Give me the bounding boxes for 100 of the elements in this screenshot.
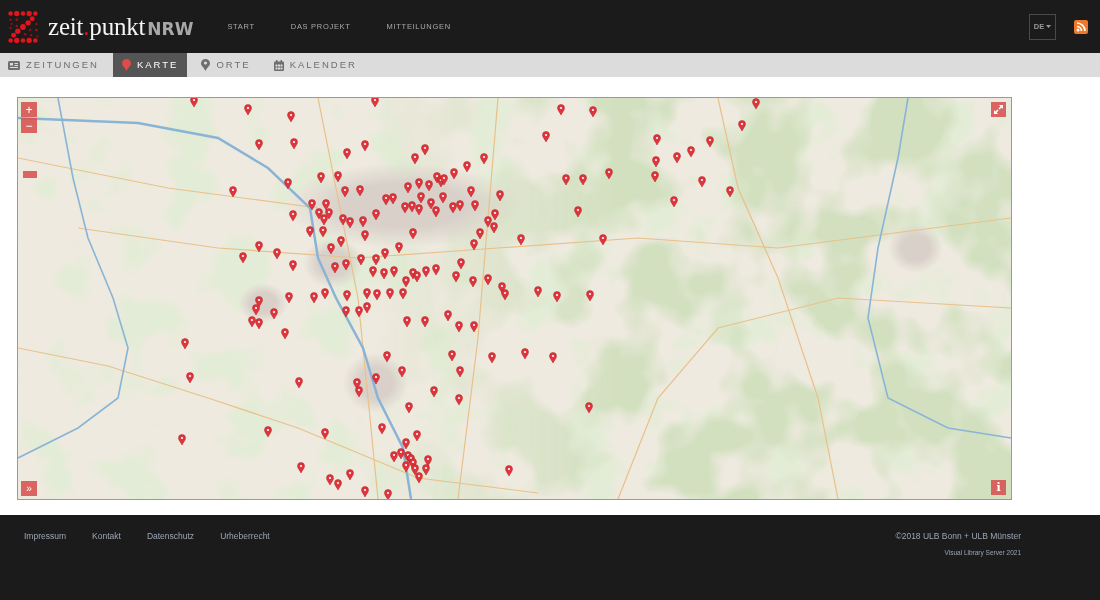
map-marker-icon[interactable] xyxy=(395,242,403,254)
logo-text[interactable]: zeit.punktNRW xyxy=(48,14,194,39)
map-marker-icon[interactable] xyxy=(589,106,597,118)
map-marker-icon[interactable] xyxy=(469,276,477,288)
map-marker-icon[interactable] xyxy=(490,222,498,234)
map-marker-icon[interactable] xyxy=(284,178,292,190)
map-marker-icon[interactable] xyxy=(270,308,278,320)
map-marker-icon[interactable] xyxy=(422,266,430,278)
tab[interactable]: KARTE xyxy=(112,53,188,77)
map-marker-icon[interactable] xyxy=(440,174,448,186)
map-marker-icon[interactable] xyxy=(413,271,421,283)
map-marker-icon[interactable] xyxy=(402,276,410,288)
map-marker-icon[interactable] xyxy=(752,98,760,110)
map-marker-icon[interactable] xyxy=(455,321,463,333)
map-marker-icon[interactable] xyxy=(389,193,397,205)
map-marker-icon[interactable] xyxy=(432,206,440,218)
map-marker-icon[interactable] xyxy=(444,310,452,322)
map-drawing[interactable] xyxy=(18,98,1011,499)
footer-link[interactable]: Kontakt xyxy=(92,530,121,543)
map-marker-icon[interactable] xyxy=(670,196,678,208)
map-marker-icon[interactable] xyxy=(322,199,330,211)
map-marker-icon[interactable] xyxy=(369,266,377,278)
map-marker-icon[interactable] xyxy=(372,209,380,221)
map-marker-icon[interactable] xyxy=(452,271,460,283)
map-marker-icon[interactable] xyxy=(579,174,587,186)
map-marker-icon[interactable] xyxy=(476,228,484,240)
map-marker-icon[interactable] xyxy=(448,350,456,362)
map-marker-icon[interactable] xyxy=(331,262,339,274)
tab[interactable]: ZEITUNGEN xyxy=(0,53,108,77)
map-marker-icon[interactable] xyxy=(463,161,471,173)
map-marker-icon[interactable] xyxy=(599,234,607,246)
map-marker-icon[interactable] xyxy=(450,168,458,180)
map-marker-icon[interactable] xyxy=(327,243,335,255)
sidebar-toggle-button[interactable]: » xyxy=(21,481,37,496)
map-marker-icon[interactable] xyxy=(687,146,695,158)
map-marker-icon[interactable] xyxy=(315,208,323,220)
map-marker-icon[interactable] xyxy=(357,254,365,266)
map-marker-icon[interactable] xyxy=(255,139,263,151)
map-marker-icon[interactable] xyxy=(343,148,351,160)
map-marker-icon[interactable] xyxy=(346,469,354,481)
map-marker-icon[interactable] xyxy=(706,136,714,148)
map-marker-icon[interactable] xyxy=(337,236,345,248)
map-marker-icon[interactable] xyxy=(398,366,406,378)
map-marker-icon[interactable] xyxy=(321,428,329,440)
map-marker-icon[interactable] xyxy=(317,172,325,184)
map-marker-icon[interactable] xyxy=(501,289,509,301)
map-marker-icon[interactable] xyxy=(399,288,407,300)
map-marker-icon[interactable] xyxy=(422,464,430,476)
map-marker-icon[interactable] xyxy=(359,216,367,228)
map-marker-icon[interactable] xyxy=(326,474,334,486)
map-marker-icon[interactable] xyxy=(415,472,423,484)
map-marker-icon[interactable] xyxy=(402,461,410,473)
map-marker-icon[interactable] xyxy=(361,486,369,498)
rss-icon[interactable] xyxy=(1074,19,1088,34)
map-marker-icon[interactable] xyxy=(557,104,565,116)
map-marker-icon[interactable] xyxy=(295,377,303,389)
map-marker-icon[interactable] xyxy=(421,316,429,328)
map-marker-icon[interactable] xyxy=(496,190,504,202)
map-marker-icon[interactable] xyxy=(484,274,492,286)
map-marker-icon[interactable] xyxy=(372,254,380,266)
map-marker-icon[interactable] xyxy=(343,290,351,302)
map-marker-icon[interactable] xyxy=(325,208,333,220)
map-marker-icon[interactable] xyxy=(178,434,186,446)
map-marker-icon[interactable] xyxy=(308,199,316,211)
map-marker-icon[interactable] xyxy=(372,373,380,385)
map-marker-icon[interactable] xyxy=(574,206,582,218)
map-marker-icon[interactable] xyxy=(726,186,734,198)
map-marker-icon[interactable] xyxy=(457,258,465,270)
map-marker-icon[interactable] xyxy=(334,171,342,183)
map-marker-icon[interactable] xyxy=(353,378,361,390)
tab[interactable]: ORTE xyxy=(192,53,260,77)
map-marker-icon[interactable] xyxy=(334,479,342,491)
map-marker-icon[interactable] xyxy=(380,268,388,280)
map-marker-icon[interactable] xyxy=(363,302,371,314)
map-marker-icon[interactable] xyxy=(415,204,423,216)
map-marker-icon[interactable] xyxy=(297,462,305,474)
map-marker-icon[interactable] xyxy=(456,366,464,378)
map-marker-icon[interactable] xyxy=(480,153,488,165)
map-marker-icon[interactable] xyxy=(239,252,247,264)
info-button[interactable]: i xyxy=(991,480,1006,495)
footer-link[interactable]: Impressum xyxy=(24,530,67,543)
map-marker-icon[interactable] xyxy=(255,318,263,330)
map-marker-icon[interactable] xyxy=(521,348,529,360)
map-marker-icon[interactable] xyxy=(427,198,435,210)
map-marker-icon[interactable] xyxy=(409,228,417,240)
map-marker-icon[interactable] xyxy=(363,288,371,300)
map-marker-icon[interactable] xyxy=(390,266,398,278)
map-marker-icon[interactable] xyxy=(255,296,263,308)
map-marker-icon[interactable] xyxy=(244,104,252,116)
map-marker-icon[interactable] xyxy=(382,194,390,206)
map-marker-icon[interactable] xyxy=(186,372,194,384)
map-marker-icon[interactable] xyxy=(386,288,394,300)
map-marker-icon[interactable] xyxy=(306,226,314,238)
map-marker-icon[interactable] xyxy=(290,138,298,150)
map-marker-icon[interactable] xyxy=(425,180,433,192)
map-marker-icon[interactable] xyxy=(346,217,354,229)
map-marker-icon[interactable] xyxy=(320,214,328,226)
map-marker-icon[interactable] xyxy=(405,402,413,414)
map-marker-icon[interactable] xyxy=(248,316,256,328)
map-marker-icon[interactable] xyxy=(488,352,496,364)
